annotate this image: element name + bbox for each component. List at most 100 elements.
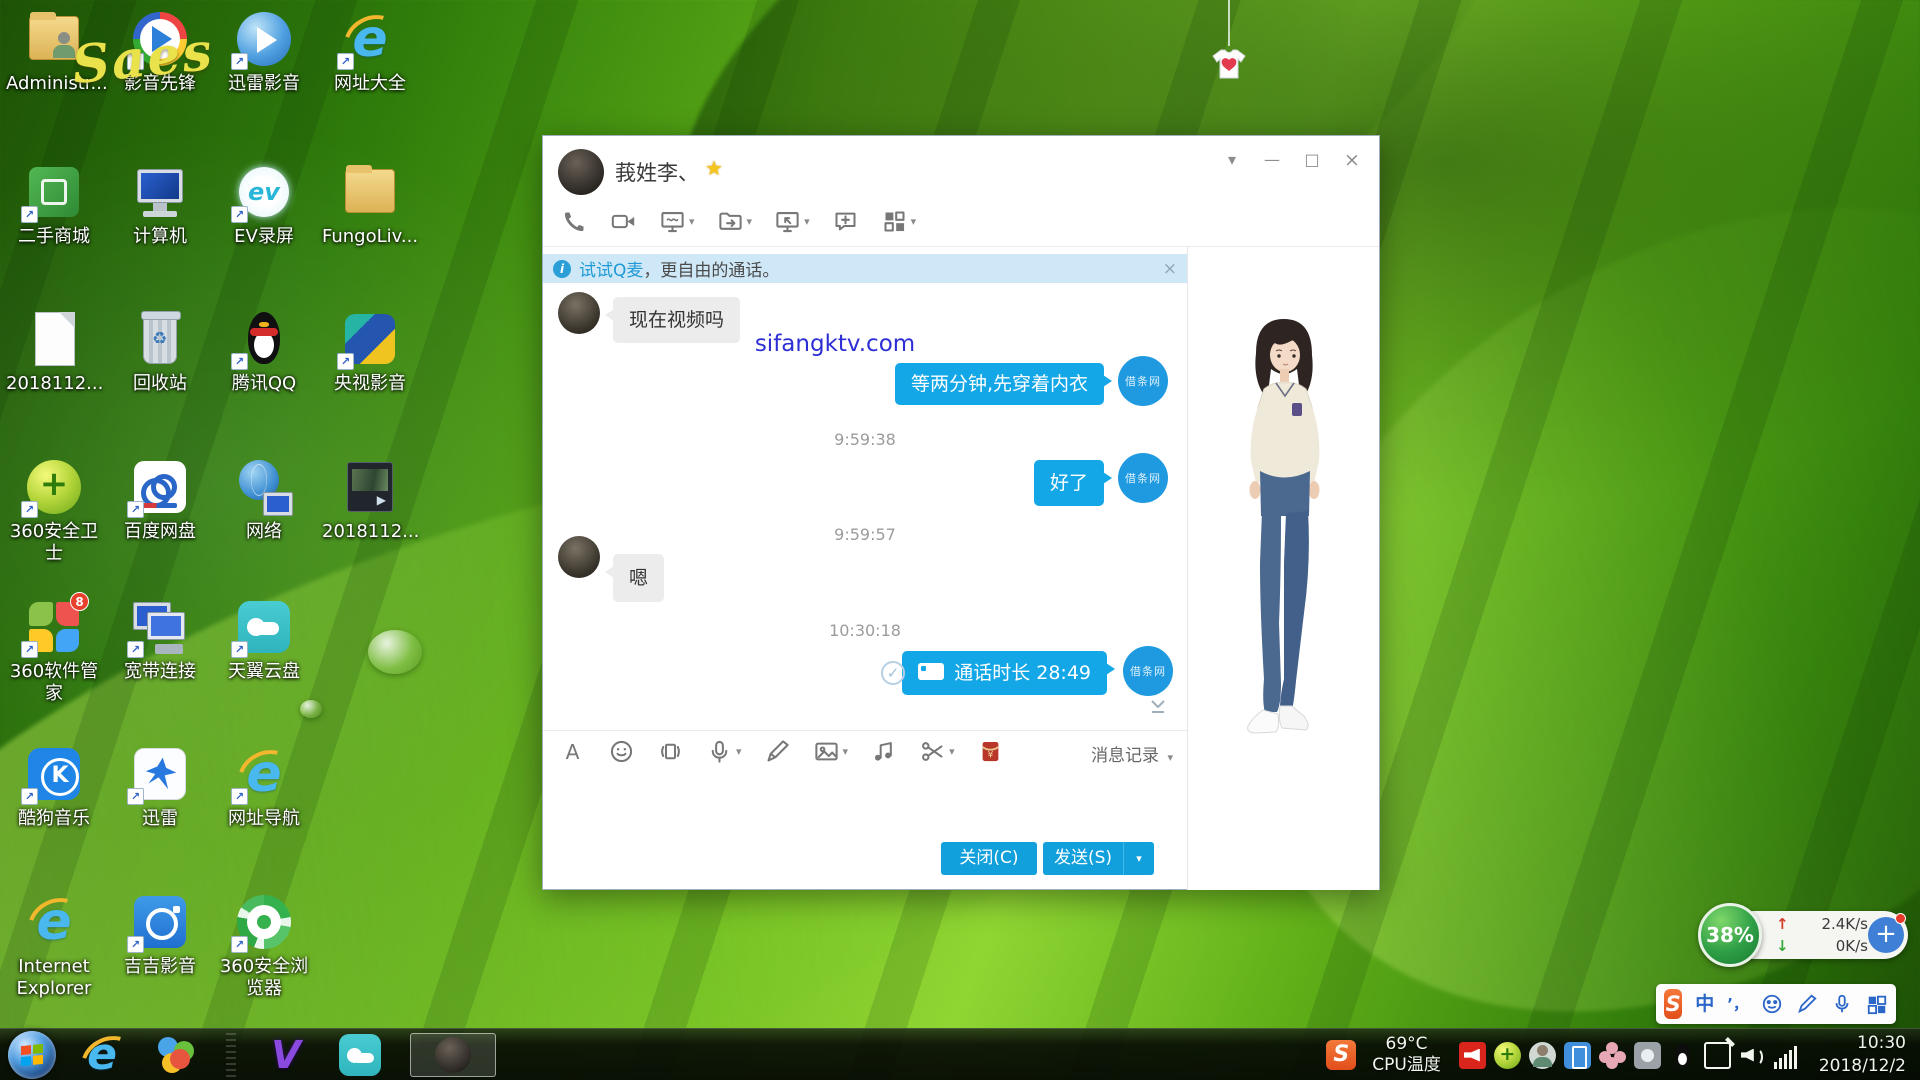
net-speed-widget[interactable]: 38% ↑2.4K/s ↓0K/s +: [1698, 903, 1910, 967]
tray-360-safety-icon[interactable]: [1494, 1042, 1521, 1069]
desktop-icon-ie[interactable]: e↗网址大全: [322, 10, 418, 95]
desktop-icon-ev[interactable]: ev↗EV录屏: [216, 163, 312, 248]
desktop-icon-folder[interactable]: FungoLiv...: [322, 163, 418, 248]
desktop-icon-ie[interactable]: e↗网址导航: [216, 745, 312, 830]
sogou-logo-icon[interactable]: S: [1664, 989, 1682, 1019]
button-row: 关闭(C) 发送(S) ▾: [543, 842, 1187, 875]
desktop-icon-label: Internet Explorer: [6, 956, 102, 999]
tray-announcement-icon[interactable]: [1459, 1042, 1486, 1069]
send-image-icon[interactable]: ▾: [807, 736, 855, 767]
red-packet-icon[interactable]: ¥: [971, 736, 1010, 767]
system-tray: S 69°C CPU温度 10:30 2018/12/2: [1326, 1029, 1920, 1080]
chat-toolbar: ▾ ▾ ▾ ▾: [555, 206, 932, 237]
qq-show-panel: [1187, 247, 1379, 890]
timestamp: 9:59:38: [543, 430, 1187, 449]
desktop-icon-network[interactable]: 网络: [216, 458, 312, 543]
shortcut-arrow-icon: ↗: [127, 501, 144, 518]
remote-assist-icon[interactable]: ▾: [768, 206, 816, 237]
self-avatar[interactable]: 借条网: [1123, 646, 1173, 696]
taskbar-cloud-app-icon[interactable]: [336, 1031, 384, 1079]
desktop-icon-computer[interactable]: 计算机: [112, 163, 208, 248]
tray-contact-icon[interactable]: [1529, 1042, 1556, 1069]
desktop-icon-kugou[interactable]: ↗酷狗音乐: [6, 745, 102, 830]
ime-mic-icon[interactable]: [1831, 993, 1853, 1015]
tray-qq-icon[interactable]: [1669, 1042, 1696, 1069]
input-divider: [543, 730, 1187, 731]
screenshot-icon[interactable]: ▾: [913, 736, 961, 767]
tray-network-signal-icon[interactable]: [1774, 1042, 1801, 1069]
desktop-icon-cctv[interactable]: ↗央视影音: [322, 310, 418, 395]
font-icon[interactable]: A: [553, 736, 592, 767]
message-history-button[interactable]: 消息记录 ▾: [1091, 741, 1173, 766]
maximize-button[interactable]: □: [1299, 148, 1325, 172]
desktop-icon-tianyi-cloud[interactable]: ↗天翼云盘: [216, 598, 312, 683]
close-button[interactable]: ×: [1339, 148, 1365, 172]
tray-mobile-icon[interactable]: [1564, 1042, 1591, 1069]
self-avatar[interactable]: 借条网: [1118, 453, 1168, 503]
close-chat-button[interactable]: 关闭(C): [941, 842, 1037, 875]
desktop-icon-broadband[interactable]: ↗宽带连接: [112, 598, 208, 683]
taskbar-ie-icon[interactable]: e: [78, 1031, 126, 1079]
peer-avatar[interactable]: [558, 292, 600, 334]
watermark-link[interactable]: sifangktv.com: [543, 331, 1187, 357]
peer-avatar[interactable]: [558, 536, 600, 578]
desktop-icon-baidu-pan[interactable]: ↗百度网盘: [112, 458, 208, 543]
desktop-icon-jiji[interactable]: ↗吉吉影音: [112, 893, 208, 978]
tray-screen-capture-icon[interactable]: [1634, 1042, 1661, 1069]
ime-emoji-icon[interactable]: [1761, 993, 1783, 1015]
kugou-icon: ↗: [25, 745, 83, 803]
taskbar-sogou-browser-icon[interactable]: [152, 1031, 200, 1079]
taskbar-vagaa-icon[interactable]: V: [262, 1031, 310, 1079]
incoming-message: 嗯: [613, 554, 664, 602]
desktop-icon-360-browser[interactable]: ↗360安全浏 览器: [216, 893, 312, 999]
360-soft-icon: ↗8: [25, 598, 83, 656]
recycle-bin-icon: [131, 310, 189, 368]
emoji-icon[interactable]: [602, 736, 641, 767]
sogou-tray-icon[interactable]: S: [1326, 1040, 1356, 1070]
taskbar-clock[interactable]: 10:30 2018/12/2: [1819, 1032, 1906, 1078]
desktop-icon-document[interactable]: 2018112...: [6, 310, 102, 395]
create-group-icon[interactable]: [826, 206, 865, 237]
tray-volume-icon[interactable]: [1739, 1042, 1766, 1069]
desktop-icon-qq-penguin[interactable]: ↗腾讯QQ: [216, 310, 312, 395]
svg-text:A: A: [566, 740, 580, 764]
screen-share-icon[interactable]: ▾: [653, 206, 701, 237]
input-toolbar: A ▾ ▾ ▾ ¥: [553, 736, 1020, 767]
send-file-icon[interactable]: ▾: [711, 206, 759, 237]
ime-mode-chinese[interactable]: 中: [1695, 989, 1714, 1019]
desktop-icon-xunlei[interactable]: ↗迅雷: [112, 745, 208, 830]
contact-avatar[interactable]: [558, 149, 604, 195]
desktop-icon-ie[interactable]: e Internet Explorer: [6, 893, 102, 999]
desktop-icon-blue-play[interactable]: ↗迅雷影音: [216, 10, 312, 95]
clock-date: 2018/12/2: [1819, 1055, 1906, 1078]
voice-call-icon[interactable]: [555, 206, 594, 237]
ime-keyboard-icon[interactable]: [1866, 993, 1888, 1015]
desktop-icon-360-soft[interactable]: ↗8360软件管 家: [6, 598, 102, 704]
desktop-icon-360-ball[interactable]: ↗360安全卫 士: [6, 458, 102, 564]
desktop-icon-video-file[interactable]: 2018112...: [322, 458, 418, 543]
video-call-icon[interactable]: [604, 206, 643, 237]
window-menu-button[interactable]: ▾: [1219, 148, 1245, 172]
tray-plugin-board-icon[interactable]: [1704, 1042, 1731, 1069]
voice-message-icon[interactable]: ▾: [700, 736, 748, 767]
ime-punctuation-toggle[interactable]: ’，: [1727, 989, 1748, 1019]
tray-flower-icon[interactable]: [1599, 1042, 1626, 1069]
shortcut-arrow-icon: ↗: [231, 641, 248, 658]
send-options-caret[interactable]: ▾: [1123, 842, 1154, 875]
start-button[interactable]: [8, 1031, 56, 1079]
shake-window-icon[interactable]: [651, 736, 690, 767]
minimize-button[interactable]: —: [1259, 148, 1285, 172]
scroll-to-bottom-icon[interactable]: [1149, 699, 1167, 718]
self-avatar[interactable]: 借条网: [1118, 356, 1168, 406]
doodle-icon[interactable]: [758, 736, 797, 767]
music-icon[interactable]: [864, 736, 903, 767]
taskbar-active-chat-window[interactable]: [410, 1033, 496, 1077]
apps-grid-icon[interactable]: ▾: [875, 206, 923, 237]
desktop-icon-green-cube[interactable]: ↗二手商城: [6, 163, 102, 248]
memory-ball[interactable]: 38%: [1698, 903, 1762, 967]
ime-pen-icon[interactable]: [1796, 993, 1818, 1015]
chat-body: i 试试Q麦 ，更自由的通话。 × 现在视频吗sifangktv.com等两分钟…: [543, 247, 1379, 890]
ie-icon: e: [25, 893, 83, 951]
desktop-icon-recycle-bin[interactable]: 回收站: [112, 310, 208, 395]
send-button[interactable]: 发送(S): [1043, 842, 1123, 875]
